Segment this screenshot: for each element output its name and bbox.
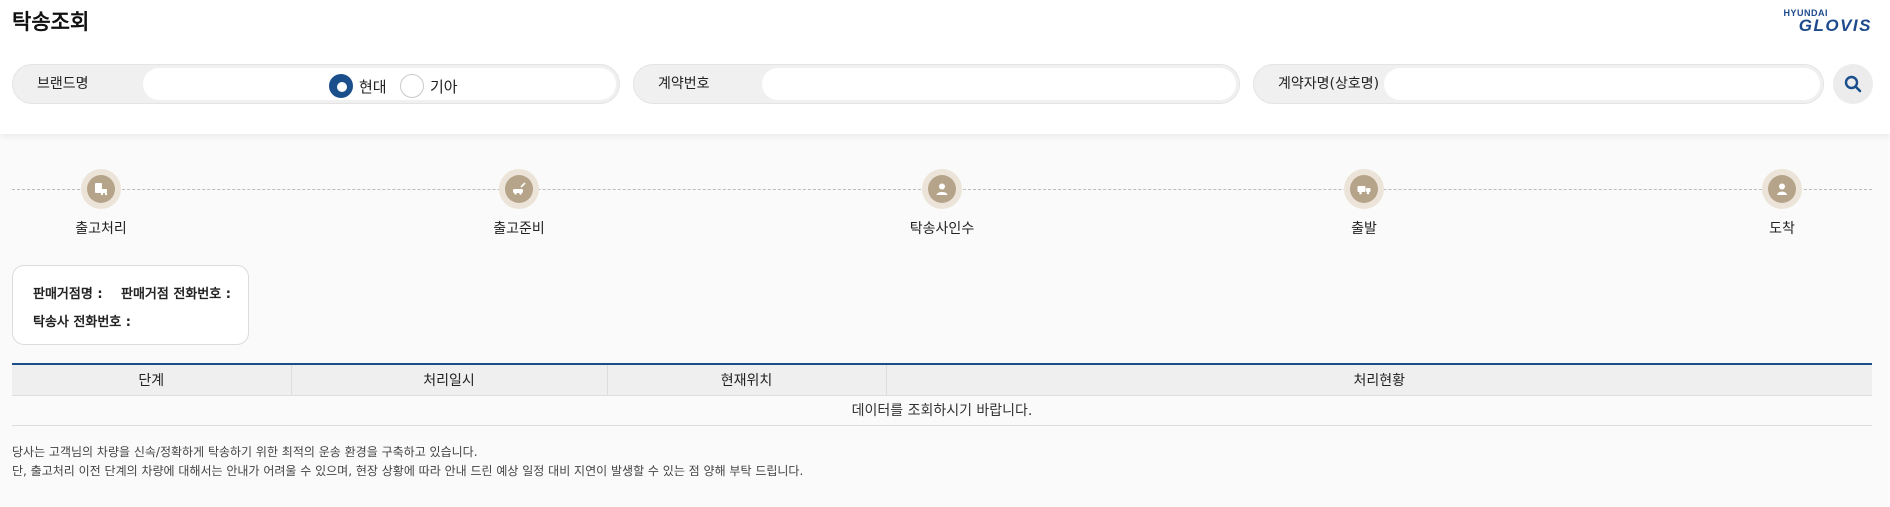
step-label: 출고처리 (75, 221, 127, 237)
step-departure: 출발 (1304, 169, 1424, 238)
dealer-name-label: 판매거점명 : (33, 287, 103, 302)
step-label: 출고준비 (493, 221, 545, 237)
delivery-status-table: 단계 처리일시 현재위치 처리현황 데이터를 조회하시기 바랍니다. (12, 363, 1872, 426)
step-release: 출고처리 (41, 169, 161, 238)
brand-label: 브랜드명 (37, 76, 89, 92)
step-label: 탁송사인수 (909, 221, 975, 237)
empty-message: 데이터를 조회하시기 바랍니다. (12, 395, 1872, 426)
search-button[interactable] (1833, 64, 1873, 104)
dealer-info-box: 판매거점명 : 판매거점 전화번호 : 탁송사 전화번호 : (12, 265, 249, 345)
step-carrier-pickup: 탁송사인수 (882, 169, 1002, 238)
page-title: 탁송조회 (12, 10, 90, 34)
truck-icon (1357, 186, 1371, 195)
dealer-phone-label: 판매거점 전화번호 : (121, 287, 231, 302)
brand-option-label: 기아 (430, 77, 458, 96)
notice-line: 단, 출고처리 이전 단계의 차량에 대해서는 안내가 어려울 수 있으며, 현… (12, 464, 804, 478)
contract-number-label: 계약번호 (658, 76, 710, 92)
contract-number-field: 계약번호 (633, 64, 1240, 104)
step-prepare: 출고준비 (459, 169, 579, 238)
notice-text: 당사는 고객님의 차량을 신속/정확하게 탁송하기 위한 최적의 운송 환경을 … (12, 443, 803, 481)
brand-radio-hyundai[interactable]: 현대 (329, 74, 387, 98)
driver-icon (936, 183, 948, 195)
column-header: 처리현황 (886, 364, 1872, 396)
car-wash-icon (513, 182, 526, 195)
column-header: 단계 (12, 364, 292, 396)
search-header: 탁송조회 HYUNDAI GLOVIS 브랜드명 현대 기아 계약번호 계약자명… (0, 0, 1890, 134)
step-label: 도착 (1769, 221, 1795, 237)
radio-selected-icon (329, 74, 353, 98)
contract-number-input[interactable] (762, 68, 1236, 100)
notice-line: 당사는 고객님의 차량을 신속/정확하게 탁송하기 위한 최적의 운송 환경을 … (12, 445, 478, 459)
carrier-phone-label: 탁송사 전화번호 : (33, 315, 131, 330)
table-row: 데이터를 조회하시기 바랍니다. (12, 395, 1872, 426)
logo-bottom-text: GLOVIS (1798, 16, 1872, 35)
table-header-row: 단계 처리일시 현재위치 처리현황 (12, 364, 1872, 396)
step-arrival: 도착 (1722, 169, 1842, 238)
brand-option-label: 현대 (359, 77, 387, 96)
contractor-name-label: 계약자명(상호명) (1278, 76, 1380, 92)
brand-field: 브랜드명 현대 기아 (12, 64, 620, 104)
document-car-icon (95, 183, 108, 196)
glovis-logo: HYUNDAI GLOVIS (1776, 8, 1872, 34)
step-label: 출발 (1351, 221, 1377, 237)
contractor-name-input[interactable] (1384, 68, 1820, 100)
column-header: 현재위치 (607, 364, 887, 396)
radio-unselected-icon (400, 74, 424, 98)
column-header: 처리일시 (291, 364, 608, 396)
person-icon (1777, 183, 1787, 195)
contractor-name-field: 계약자명(상호명) (1253, 64, 1824, 104)
search-icon (1844, 75, 1862, 93)
brand-radio-kia[interactable]: 기아 (400, 74, 458, 98)
